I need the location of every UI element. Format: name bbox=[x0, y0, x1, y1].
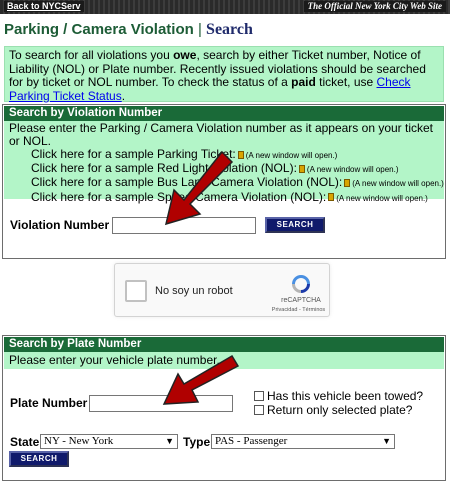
recaptcha-brand: reCAPTCHA bbox=[281, 297, 321, 304]
type-label: Type bbox=[183, 435, 211, 449]
state-selected-value: NY - New York bbox=[44, 435, 114, 447]
page-title-main: Parking / Camera Violation bbox=[4, 21, 194, 38]
document-icon bbox=[328, 193, 335, 202]
plate-number-label: Plate Number bbox=[10, 396, 88, 410]
intro-owe: owe bbox=[173, 48, 197, 62]
chevron-down-icon: ▼ bbox=[382, 436, 391, 446]
intro-text-4: . bbox=[121, 88, 126, 103]
top-bar: Back to NYCServ The Official New York Ci… bbox=[0, 0, 450, 14]
intro-box: To search for all violations you owe, se… bbox=[4, 46, 444, 102]
selected-plate-option[interactable]: Return only selected plate? bbox=[254, 403, 412, 417]
title-separator: | bbox=[197, 21, 202, 38]
document-icon bbox=[237, 150, 244, 159]
plate-panel-heading: Search by Plate Number bbox=[4, 337, 444, 352]
new-window-note: (A new window will open.) bbox=[306, 165, 399, 175]
intro-text-3: ticket, use bbox=[315, 75, 377, 89]
recaptcha-label: No soy un robot bbox=[155, 285, 233, 297]
back-to-nycserv-link[interactable]: Back to NYCServ bbox=[4, 1, 84, 12]
intro-paid: paid bbox=[291, 75, 316, 89]
violation-instructions: Please enter the Parking / Camera Violat… bbox=[9, 121, 434, 148]
violation-number-label: Violation Number bbox=[10, 218, 110, 232]
new-window-note: (A new window will open.) bbox=[336, 193, 428, 203]
violation-search-button[interactable]: SEARCH bbox=[265, 217, 325, 233]
intro-text-1: To search for all violations you bbox=[9, 48, 174, 62]
type-selected-value: PAS - Passenger bbox=[215, 435, 288, 447]
new-window-note: (A new window will open.) bbox=[245, 151, 338, 160]
violation-panel-heading: Search by Violation Number bbox=[4, 106, 444, 121]
red-arrow-icon bbox=[164, 150, 234, 226]
new-window-note: (A new window will open.) bbox=[352, 179, 444, 189]
selected-plate-checkbox[interactable] bbox=[254, 405, 264, 415]
document-icon bbox=[298, 165, 305, 174]
recaptcha-widget: No soy un robot reCAPTCHA Privacidad - T… bbox=[114, 263, 330, 317]
towed-label: Has this vehicle been towed? bbox=[267, 389, 424, 403]
state-select[interactable]: NY - New York ▼ bbox=[40, 434, 178, 449]
recaptcha-links[interactable]: Privacidad - Términos bbox=[271, 307, 326, 313]
towed-option[interactable]: Has this vehicle been towed? bbox=[254, 389, 423, 403]
selected-plate-label: Return only selected plate? bbox=[267, 403, 413, 417]
recaptcha-logo-icon bbox=[292, 275, 310, 293]
towed-checkbox[interactable] bbox=[254, 391, 264, 401]
recaptcha-checkbox[interactable] bbox=[125, 280, 147, 302]
chevron-down-icon: ▼ bbox=[165, 436, 174, 446]
official-site-banner: The Official New York City Web Site bbox=[303, 1, 446, 12]
page-title: Parking / Camera Violation | Search bbox=[4, 21, 253, 39]
type-select[interactable]: PAS - Passenger ▼ bbox=[211, 434, 395, 449]
page-title-search: Search bbox=[206, 21, 253, 38]
document-icon bbox=[344, 179, 351, 188]
red-arrow-icon bbox=[162, 354, 240, 405]
state-label: State bbox=[10, 435, 40, 449]
plate-search-button[interactable]: SEARCH bbox=[9, 451, 69, 467]
